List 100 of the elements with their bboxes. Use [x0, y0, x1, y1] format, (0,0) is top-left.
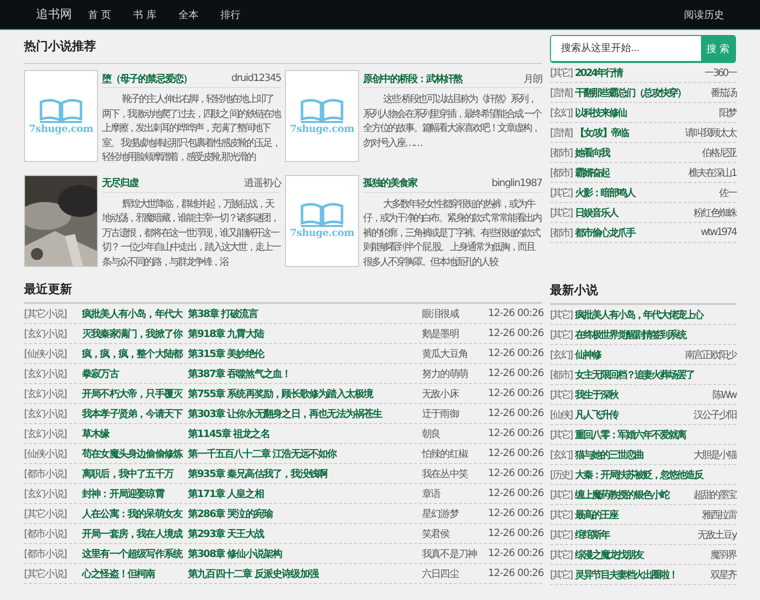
chapter-link[interactable]: 第755章 系统再奖励，顾长歌修为踏入太极境 — [188, 386, 422, 400]
nav-link[interactable]: 书 库 — [133, 8, 156, 22]
book-author: 朝良 — [422, 428, 442, 440]
book-title[interactable]: 霸婿奋起 — [574, 166, 609, 180]
book-title[interactable]: 在终极世界觉醒剧情签到系统 — [574, 328, 686, 342]
book-title[interactable]: 堕（母子的禁忌爱恋） — [102, 72, 192, 86]
book-title[interactable]: 原创中的桥段：武林奸熬 — [363, 72, 462, 86]
category-label: [其它小说] — [24, 508, 68, 520]
book-author: 鹅是墨明 — [422, 328, 460, 340]
nav-link[interactable]: 全本 — [178, 8, 198, 22]
book-title[interactable]: 疯，疯，疯，整个大陆都 — [82, 346, 182, 360]
book-title[interactable]: 开局一套房，我在人境成 — [82, 526, 182, 540]
update-time: 12-26 00:26 — [488, 428, 542, 439]
book-title[interactable]: 仙神修 — [574, 348, 600, 362]
chapter-link[interactable]: 第九百四十二章 反派史诗级加强 — [188, 566, 422, 580]
chapter-link[interactable]: 第286章 哭泣的宛瑜 — [188, 506, 422, 520]
category-label: [都市小说] — [24, 468, 68, 480]
book-title[interactable]: 灵异节目夫妻档火出圈啦！ — [574, 568, 677, 582]
book-author: druid12345 — [231, 73, 281, 84]
nav-link[interactable]: 排行 — [220, 8, 240, 22]
category-label: [都市小说] — [24, 528, 68, 540]
reading-history-link[interactable]: 阅读历史 — [684, 8, 724, 22]
book-title[interactable]: 疯批美人有小岛，年代大 — [82, 306, 182, 320]
nav-link[interactable]: 首 页 — [88, 8, 112, 22]
chapter-link[interactable]: 第1145章 祖龙之名 — [188, 426, 422, 440]
site-logo[interactable]: 追书网 — [36, 6, 72, 23]
book-title[interactable]: 重回八零：军婚六年不爱就离 — [574, 428, 686, 442]
chapter-link[interactable]: 第293章 天王大战 — [188, 526, 422, 540]
category-label: [都市小说] — [24, 548, 68, 560]
category-label: [都市] — [550, 166, 572, 180]
book-title[interactable]: 人在公寓：我的呆萌女友 — [82, 506, 182, 520]
book-icon — [300, 202, 344, 228]
book-title[interactable]: 大秦：开局扶苏被贬，忽悠他造反 — [574, 468, 702, 482]
section-title: 最近更新 — [24, 276, 542, 304]
update-time: 12-26 00:26 — [488, 308, 542, 319]
book-title[interactable]: 综漫之魔龙找朋友 — [574, 548, 643, 562]
book-author: 六日四尘 — [422, 568, 460, 580]
book-title[interactable]: 孤独的美食家 — [363, 176, 417, 190]
book-title[interactable]: 苟在女魔头身边偷偷修炼 — [82, 446, 182, 460]
chapter-link[interactable]: 第38章 打破流言 — [188, 306, 422, 320]
book-title[interactable]: 最高的王座 — [574, 508, 618, 522]
book-author: 无敌土豆y — [698, 528, 736, 542]
update-time: 12-26 00:26 — [488, 548, 542, 559]
book-title[interactable]: 缠上魔药教授的银色小蛇 — [574, 488, 668, 502]
book-author: 一360一 — [704, 66, 736, 80]
chapter-link[interactable]: 第315章 美妙绝伦 — [188, 346, 422, 360]
book-title[interactable]: 无尽归虚 — [102, 176, 138, 190]
section-title: 最新小说 — [550, 277, 736, 305]
book-title[interactable]: 绾绾斯年 — [574, 528, 609, 542]
category-label: [都市] — [550, 226, 572, 240]
update-time: 12-26 00:26 — [488, 348, 542, 359]
chapter-link[interactable]: 第935章 秦兄高估我了，我没钱啊 — [188, 466, 422, 480]
search-button[interactable]: 搜 索 — [701, 36, 735, 61]
book-title[interactable]: 【女/攻】帝临 — [574, 126, 628, 140]
book-title[interactable]: 都市偷心龙爪手 — [574, 226, 634, 240]
book-title[interactable]: 2024年行情 — [574, 66, 622, 80]
book-title[interactable]: 我生于深秋 — [574, 388, 618, 402]
book-author: 双星齐 — [710, 568, 736, 582]
chapter-link[interactable]: 第387章 吞噬煞气之血！ — [188, 366, 422, 380]
book-title[interactable]: 女主无限回档？追妻火葬场罢了 — [574, 368, 694, 382]
book-title[interactable]: 她看向我 — [574, 146, 609, 160]
book-title[interactable]: 疯批美人有小岛，年代大佬宠上心 — [574, 308, 702, 322]
book-author: 逍遥初心 — [244, 176, 281, 190]
category-label: [都市] — [550, 368, 572, 382]
book-title[interactable]: 干翻那些霸总们（总攻快穿） — [574, 86, 686, 100]
book-title[interactable]: 火影：暗部鸣人 — [574, 186, 634, 200]
category-label: [都市] — [550, 146, 572, 160]
category-label: [玄幻] — [550, 106, 572, 120]
chapter-link[interactable]: 第308章 修仙小说架构 — [188, 546, 422, 560]
update-time: 12-26 00:26 — [488, 528, 542, 539]
cover-text: 7shuge.com — [290, 124, 354, 134]
book-title[interactable]: 心之怪盗！但柯南 — [82, 566, 182, 580]
chapter-link[interactable]: 第171章 人皇之相 — [188, 486, 422, 500]
book-title[interactable]: 拳寂万古 — [82, 366, 182, 380]
chapter-link[interactable]: 第918章 九霄大陆 — [188, 326, 422, 340]
book-title[interactable]: 凡人飞升传 — [574, 408, 618, 422]
search-field[interactable]: 搜索从这里开始... 搜 索 — [550, 35, 736, 63]
book-title[interactable]: 这里有一个超级写作系统 — [82, 546, 182, 560]
chapter-link[interactable]: 第303章 让你永无翻身之日，再也无法为祸苍生 — [188, 406, 422, 420]
book-title[interactable]: 开局不朽大帝，只手覆灭 — [82, 386, 182, 400]
book-title[interactable]: 离职后，我中了五千万 — [82, 466, 182, 480]
category-label: [其它] — [550, 568, 572, 582]
book-title[interactable]: 封神：开局迎娶琼霄 — [82, 486, 182, 500]
book-title[interactable]: 日娱音乐人 — [574, 206, 618, 220]
book-intro: 这些 桥段也可以姑且称为《奸熬》系列，系列人物会在系列里穿插，最终希望能合成 一个全方位的故事。篇幅看大家喜欢吧！文章虚构，勿对号入座…… — [363, 93, 542, 150]
book-author: 章语 — [422, 488, 442, 500]
category-label: [其它] — [550, 388, 572, 402]
book-author: 樵夫在深山1 — [688, 166, 736, 180]
section-title: 热门小说推荐 — [24, 30, 542, 64]
book-title[interactable]: 我本孝子贤弟，今请天下 — [82, 406, 182, 420]
book-intro: 辉煌大世降临，群雄并起，万族征战，天地动荡，邪魔暗藏，谁能主宰一切？诸多谜团，万古遗恨，都将在这一世浮现，谁又能解开这一切？ 一位少年自山中走出，踏入这大世，走上一条与众不同的路，与群龙争锋，浴 — [102, 198, 281, 270]
category-label: [其它] — [550, 488, 572, 502]
book-title[interactable]: 以科技来修仙 — [574, 106, 626, 120]
book-title[interactable]: 灭我秦家满门，我掀了你 — [82, 326, 182, 340]
category-label: [其它] — [550, 66, 572, 80]
book-title[interactable]: 猫与她的三世恋曲 — [574, 448, 643, 462]
book-title[interactable]: 草木缘 — [82, 426, 182, 440]
chapter-link[interactable]: 第一千五百八十二章 江浩无远不如你 — [188, 446, 422, 460]
cover-text: 7shuge.com — [28, 124, 94, 134]
book-author: 努力的萌萌 — [422, 368, 469, 380]
